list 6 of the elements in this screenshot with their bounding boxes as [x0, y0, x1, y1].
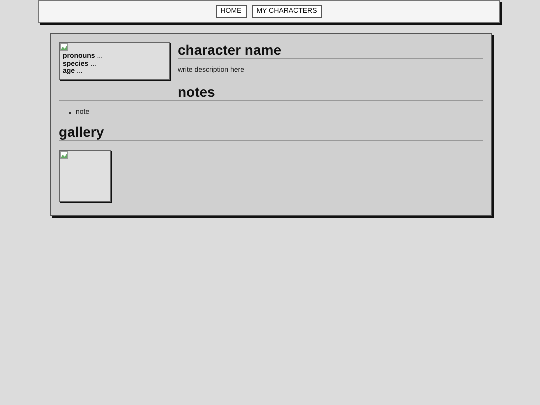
broken-image-icon: [60, 151, 70, 159]
notes-heading: notes: [178, 84, 216, 100]
gallery-heading: gallery: [59, 124, 106, 140]
character-name-heading: character name: [178, 42, 283, 58]
broken-image-icon: [60, 43, 70, 51]
gallery-thumbnail[interactable]: [59, 150, 111, 202]
